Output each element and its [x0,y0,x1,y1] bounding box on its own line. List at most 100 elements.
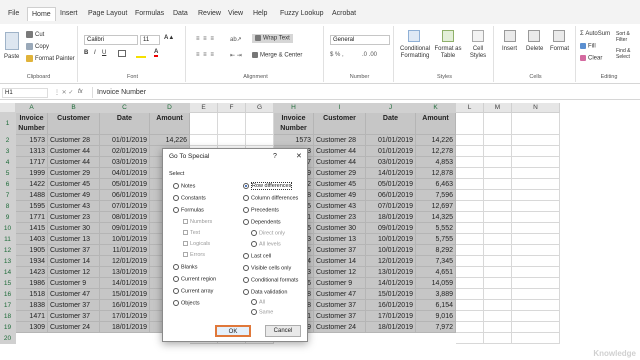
option-numbers[interactable]: Numbers [183,219,212,226]
left-table-data-cell[interactable]: 1471 [16,311,48,322]
column-header-l[interactable]: L [456,103,484,113]
option-same[interactable]: Same [251,309,273,316]
right-table-data-cell[interactable]: 18/01/2019 [366,212,416,223]
empty-cell[interactable] [456,245,484,256]
option-direct-only[interactable]: Direct only [251,230,285,237]
option-formulas[interactable]: Formulas [173,207,204,214]
right-table-data-cell[interactable]: Customer 37 [314,300,366,311]
tab-page-layout[interactable]: Page Layout [88,7,127,21]
empty-cell[interactable] [456,223,484,234]
left-table-data-cell[interactable]: 1423 [16,267,48,278]
right-table-header-cell[interactable]: Invoice Number [274,113,314,135]
left-table-data-cell[interactable]: 1934 [16,256,48,267]
left-table-data-cell[interactable]: Customer 24 [48,322,100,333]
left-table-data-cell[interactable]: Customer 37 [48,245,100,256]
font-size-combo[interactable]: 11 [140,35,160,45]
formula-bar-buttons[interactable]: ⋮ ✕ ✓ [54,89,73,96]
right-table-data-cell[interactable]: Customer 37 [314,245,366,256]
right-table-data-cell[interactable]: Customer 23 [314,212,366,223]
empty-cell[interactable] [456,146,484,157]
left-table-data-cell[interactable]: 14,226 [150,135,190,146]
right-table-data-cell[interactable]: 03/01/2019 [366,157,416,168]
column-header-g[interactable]: G [246,103,274,113]
empty-cell[interactable] [456,278,484,289]
orientation-icon[interactable]: ab↗ [230,36,242,43]
tab-review[interactable]: Review [198,7,221,21]
checkbox-icon[interactable] [183,241,188,247]
format-cells-icon[interactable] [553,30,565,42]
delete-cells-icon[interactable] [528,30,540,42]
empty-cell[interactable] [512,135,560,146]
paste-icon[interactable] [5,32,19,50]
empty-cell[interactable] [484,333,512,344]
right-table-data-cell[interactable]: 7,972 [416,322,456,333]
left-table-data-cell[interactable]: Customer 23 [48,212,100,223]
right-table-data-cell[interactable]: 12,278 [416,146,456,157]
grow-font-icon[interactable]: A▲ [164,35,174,41]
empty-cell[interactable] [456,179,484,190]
column-header-m[interactable]: M [484,103,512,113]
column-header-k[interactable]: K [416,103,456,113]
option-dependents[interactable]: Dependents [243,219,281,226]
insert-cells-icon[interactable] [504,30,516,42]
formula-input[interactable]: Invoice Number [92,87,638,98]
column-header-j[interactable]: J [366,103,416,113]
left-table-data-cell[interactable]: 18/01/2019 [100,322,150,333]
tab-insert[interactable]: Insert [60,7,78,21]
column-header-d[interactable]: D [150,103,190,113]
tab-home[interactable]: Home [27,7,56,21]
empty-cell[interactable] [512,234,560,245]
align-top-icons[interactable]: ≡ ≡ ≡ [196,36,215,42]
left-table-data-cell[interactable]: Customer 47 [48,289,100,300]
right-table-data-cell[interactable]: 14,226 [416,135,456,146]
fill-button[interactable]: Fill [580,43,596,50]
row-header-7[interactable]: 7 [0,190,16,201]
empty-cell[interactable] [512,289,560,300]
left-table-data-cell[interactable]: Customer 9 [48,278,100,289]
left-table-data-cell[interactable]: 01/01/2019 [100,135,150,146]
left-table-data-cell[interactable]: Customer 12 [48,267,100,278]
ok-button[interactable]: OK [215,325,251,337]
right-table-data-cell[interactable]: Customer 49 [314,190,366,201]
wrap-text-button[interactable]: Wrap Text [252,34,293,43]
right-table-data-cell[interactable]: 01/01/2019 [366,146,416,157]
option-data-validation[interactable]: Data validation [243,289,287,296]
empty-cell[interactable] [484,278,512,289]
radio-icon[interactable] [173,183,179,189]
empty-cell[interactable] [456,212,484,223]
right-table-data-cell[interactable]: 15/01/2019 [366,289,416,300]
option-all[interactable]: All [251,299,265,306]
row-header-13[interactable]: 13 [0,256,16,267]
right-table-data-cell[interactable]: 07/01/2019 [366,201,416,212]
column-header-a[interactable]: A [16,103,48,113]
empty-cell[interactable] [512,223,560,234]
empty-cell[interactable] [218,135,246,146]
empty-cell[interactable] [456,113,484,135]
right-table-data-cell[interactable]: 10/01/2019 [366,245,416,256]
option-logicals[interactable]: Logicals [183,241,210,248]
column-header-i[interactable]: I [314,103,366,113]
row-header-1[interactable]: 1 [0,113,16,135]
right-table-data-cell[interactable]: Customer 30 [314,223,366,234]
autosum-button[interactable]: Σ AutoSum [580,31,610,37]
delete-button[interactable]: Delete [526,46,543,52]
left-table-data-cell[interactable]: Customer 43 [48,201,100,212]
empty-cell[interactable] [512,157,560,168]
cut-button[interactable]: Cut [26,31,44,38]
paste-label[interactable]: Paste [4,54,19,60]
right-table-data-cell[interactable]: 05/01/2019 [366,179,416,190]
right-table-data-cell[interactable]: Customer 45 [314,179,366,190]
right-table-data-cell[interactable]: 16/01/2019 [366,300,416,311]
name-box[interactable]: H1 [2,88,48,98]
radio-icon[interactable] [173,195,179,201]
right-table-data-cell[interactable]: 14/01/2019 [366,168,416,179]
column-header-f[interactable]: F [218,103,246,113]
right-table-data-cell[interactable]: 9,016 [416,311,456,322]
left-table-header-cell[interactable]: Amount [150,113,190,135]
clear-button[interactable]: Clear [580,55,602,62]
empty-cell[interactable] [484,256,512,267]
find-select-button[interactable]: Find & Select [616,48,638,60]
empty-cell[interactable] [456,256,484,267]
left-table-data-cell[interactable]: 1771 [16,212,48,223]
empty-cell[interactable] [512,267,560,278]
